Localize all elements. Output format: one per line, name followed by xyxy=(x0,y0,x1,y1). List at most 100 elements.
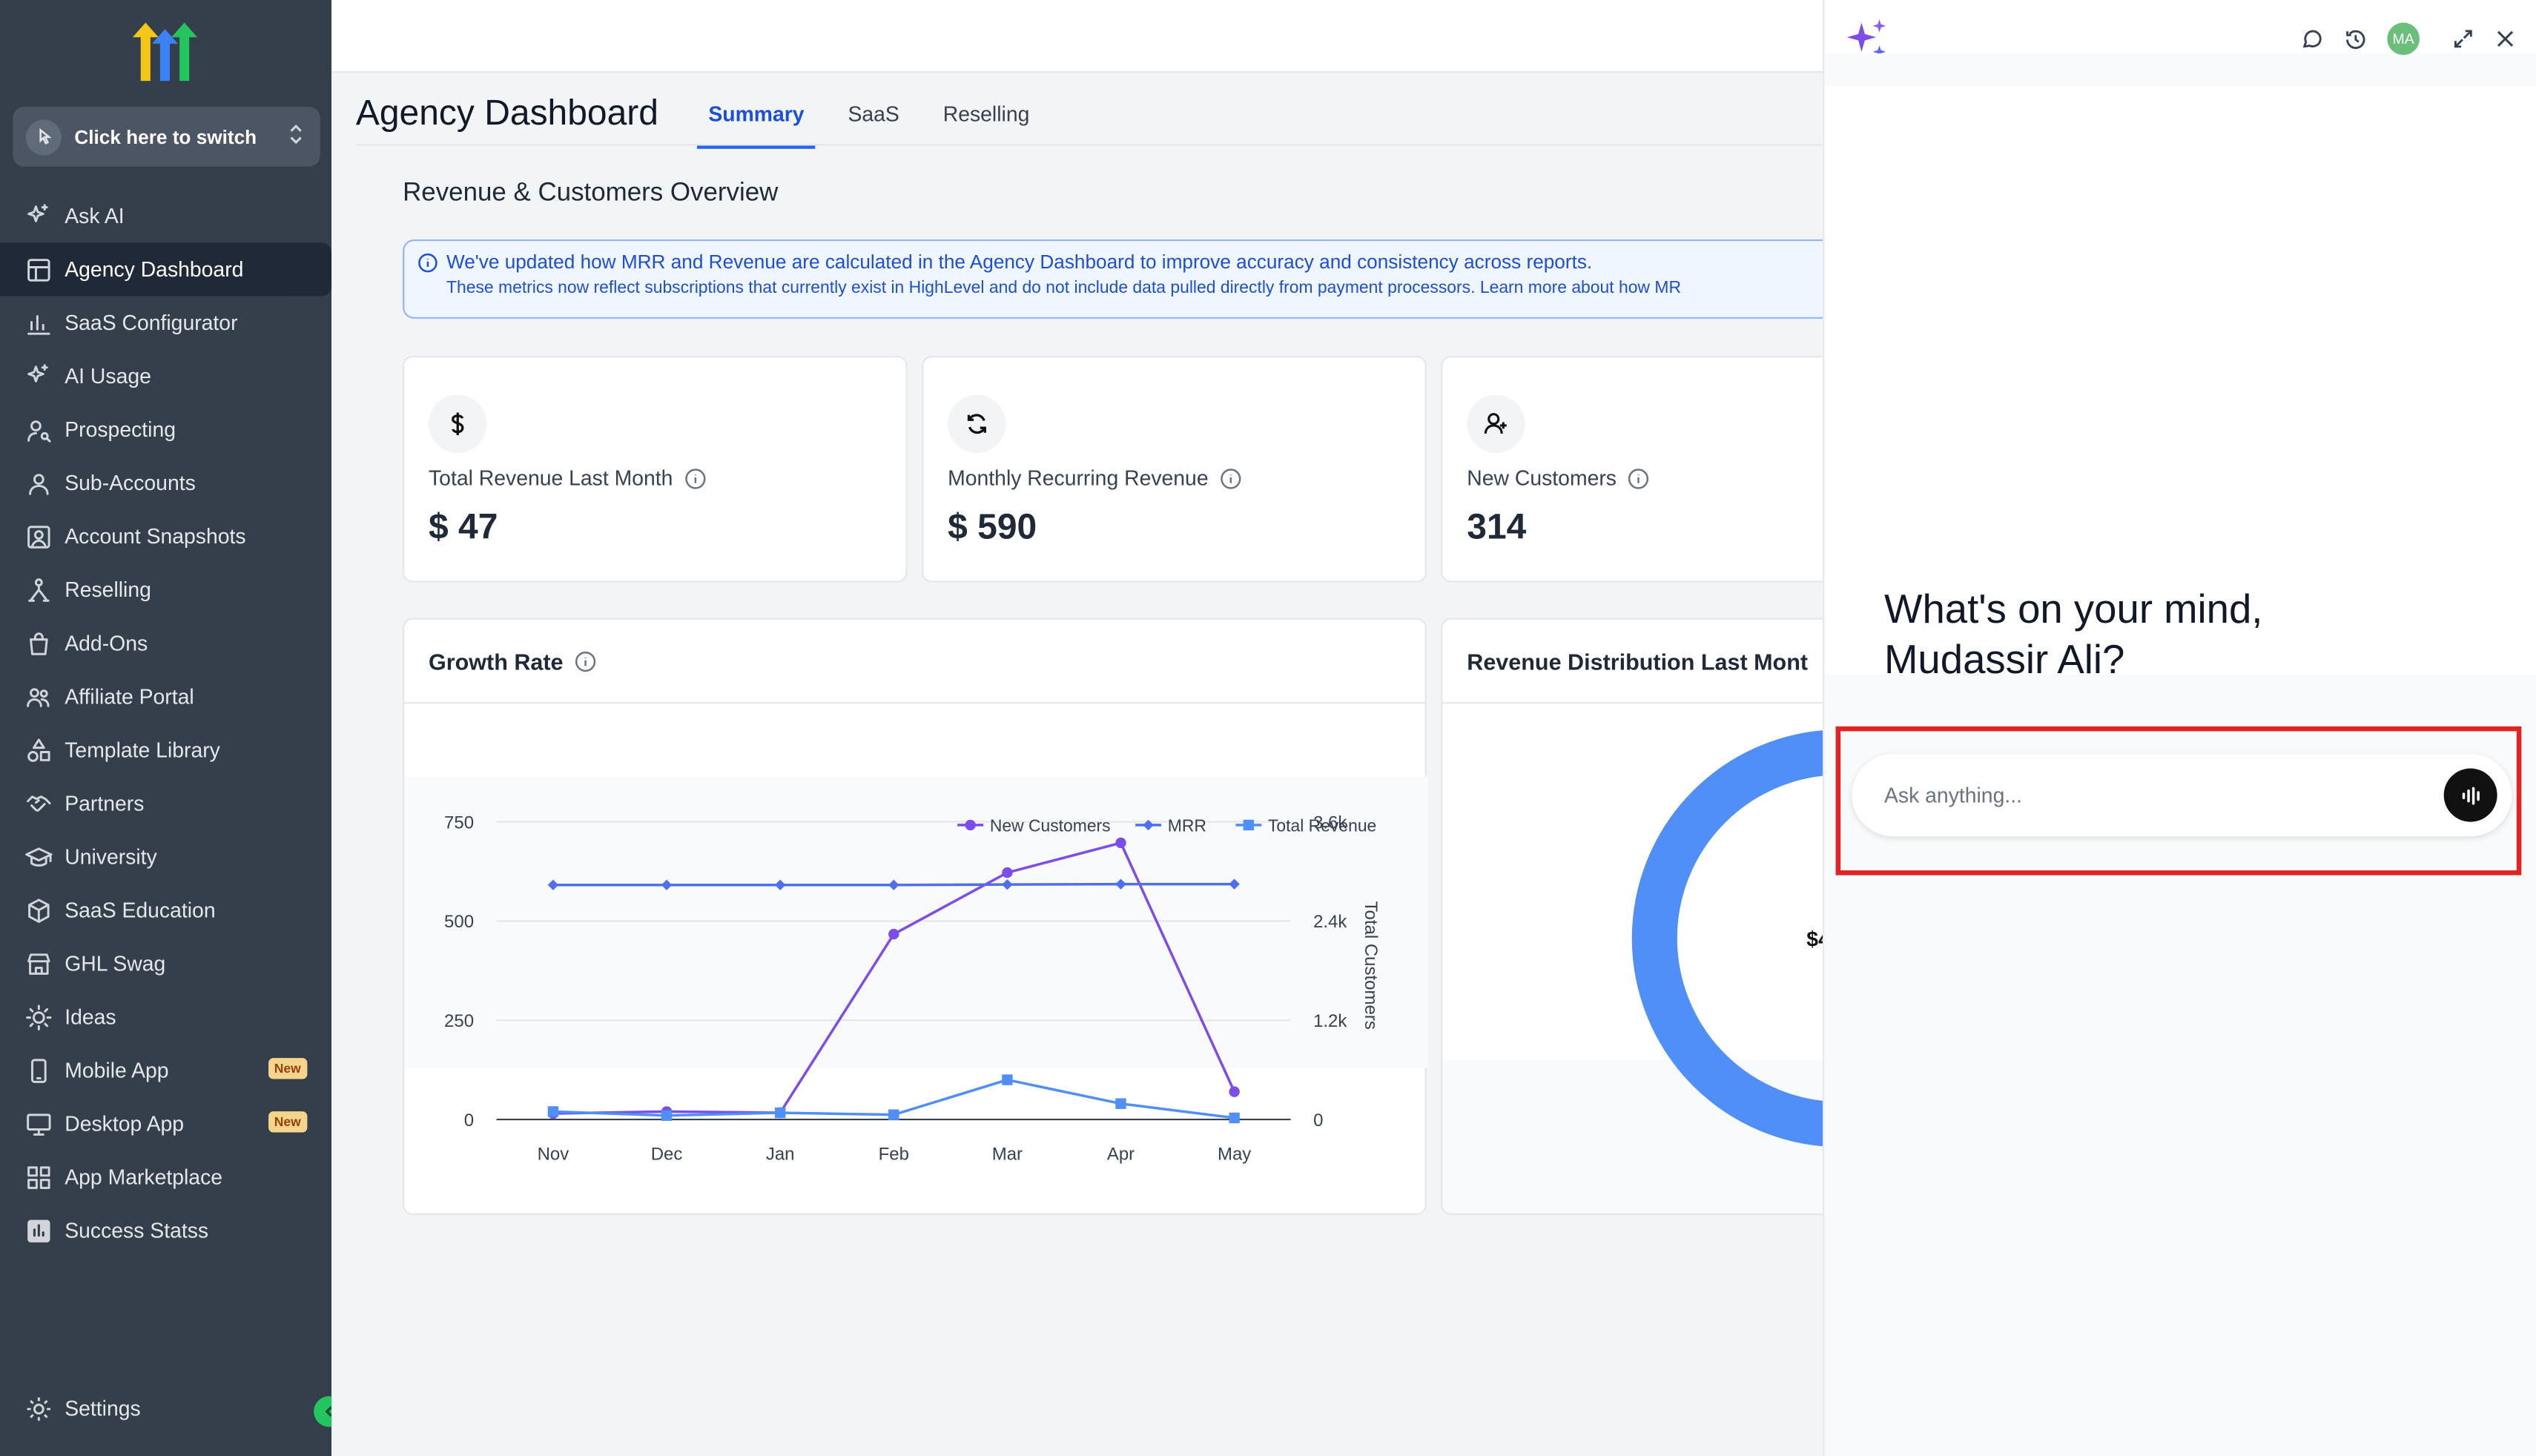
data-point xyxy=(1002,1074,1013,1085)
sidebar-item-agency-dashboard[interactable]: Agency Dashboard xyxy=(0,242,332,297)
ask-input[interactable] xyxy=(1884,783,2444,807)
gear-icon xyxy=(27,1396,51,1420)
data-point xyxy=(1002,867,1013,878)
sidebar-item-desktop-app[interactable]: Desktop App New xyxy=(0,1097,331,1151)
y2-axis-label: Total Customers xyxy=(1361,901,1381,1029)
user-icon xyxy=(29,473,49,494)
sidebar-item-success-statss[interactable]: Success Statss xyxy=(0,1204,331,1257)
new-badge: New xyxy=(268,1058,308,1079)
sidebar-item-label: App Marketplace xyxy=(65,1165,223,1189)
data-point xyxy=(1115,1098,1126,1109)
refresh-icon xyxy=(948,394,1006,454)
x-tick-label: May xyxy=(1218,1145,1251,1165)
y-tick-label: 250 xyxy=(444,1011,474,1031)
sidebar-item-label: Reselling xyxy=(65,578,151,602)
new-chat-icon[interactable] xyxy=(2300,27,2325,51)
grid-icon xyxy=(27,1165,50,1188)
tab-summary[interactable]: Summary xyxy=(697,96,816,149)
greeting-line-1: What's on your mind, xyxy=(1884,587,2263,633)
sidebar-item-affiliate-portal[interactable]: Affiliate Portal xyxy=(0,669,331,723)
stat-card-mrr: Monthly Recurring Revenue $ 590 xyxy=(922,356,1427,583)
sidebar-settings[interactable]: Settings xyxy=(0,1382,331,1435)
mobile-icon xyxy=(31,1058,47,1082)
growth-title: Growth Rate xyxy=(428,647,564,674)
settings-label: Settings xyxy=(65,1396,141,1420)
data-point xyxy=(1115,837,1126,849)
shapes-icon xyxy=(27,738,50,761)
y2-tick-label: 2.4k xyxy=(1313,912,1347,932)
data-point xyxy=(1229,1112,1240,1124)
sidebar-item-label: GHL Swag xyxy=(65,951,166,976)
sidebar-item-label: Mobile App xyxy=(65,1058,169,1082)
stat-label: Total Revenue Last Month xyxy=(428,466,673,491)
legend-label: MRR xyxy=(1168,816,1206,835)
tab-reselling[interactable]: Reselling xyxy=(931,96,1040,149)
stat-value: $ 590 xyxy=(948,506,1037,547)
sidebar-nav: Ask AI Agency Dashboard SaaS Configurator A… xyxy=(0,189,332,1257)
sidebar-item-account-snapshots[interactable]: Account Snapshots xyxy=(0,509,331,563)
handshake-icon xyxy=(27,795,51,811)
ai-greeting: What's on your mind, Mudassir Ali? xyxy=(1884,586,2262,686)
user-search-icon xyxy=(27,420,51,442)
section-title: Revenue & Customers Overview xyxy=(403,179,779,208)
sidebar: Click here to switch Ask AI Agency Dashbo… xyxy=(0,0,345,1456)
graduation-cap-icon xyxy=(25,847,53,866)
info-banner: We've updated how MRR and Revenue are ca… xyxy=(403,239,1859,319)
x-tick-label: Dec xyxy=(651,1145,683,1165)
sidebar-item-sub-accounts[interactable]: Sub-Accounts xyxy=(0,456,331,509)
sidebar-item-label: Ask AI xyxy=(65,203,125,228)
sidebar-item-label: University xyxy=(65,844,157,869)
data-point xyxy=(774,1107,786,1119)
sidebar-item-label: Prospecting xyxy=(65,417,176,442)
sidebar-item-university[interactable]: University xyxy=(0,830,331,883)
info-icon[interactable] xyxy=(684,467,707,490)
sidebar-item-template-library[interactable]: Template Library xyxy=(0,723,331,776)
growth-line-chart: New Customers MRR Total Revenue 750 3.6k500… xyxy=(404,776,1428,1165)
revenue-distribution-card: Revenue Distribution Last Mont $4 xyxy=(1441,618,1862,1215)
sparkle-icon xyxy=(27,203,48,222)
new-badge: New xyxy=(268,1111,308,1133)
chevron-updown-icon xyxy=(288,123,304,150)
dashboard-icon xyxy=(27,258,50,281)
sidebar-item-label: SaaS Configurator xyxy=(65,310,238,335)
reselling-icon xyxy=(28,578,50,601)
sidebar-item-mobile-app[interactable]: Mobile App New xyxy=(0,1044,331,1097)
banner-line-1: We've updated how MRR and Revenue are ca… xyxy=(446,251,1593,274)
data-point xyxy=(661,1110,673,1121)
info-icon[interactable] xyxy=(1220,467,1243,490)
legend-label: New Customers xyxy=(990,816,1111,835)
sidebar-item-partners[interactable]: Partners xyxy=(0,776,331,830)
app-logo[interactable] xyxy=(129,21,203,82)
sidebar-item-app-marketplace[interactable]: App Marketplace xyxy=(0,1151,331,1204)
sidebar-item-saas-education[interactable]: SaaS Education xyxy=(0,883,331,936)
bag-icon xyxy=(30,632,48,655)
sidebar-item-prospecting[interactable]: Prospecting xyxy=(0,403,331,456)
sidebar-item-label: Add-Ons xyxy=(65,631,148,655)
y2-tick-label: 0 xyxy=(1313,1111,1323,1131)
expand-icon[interactable] xyxy=(2452,27,2475,50)
stat-label: Monthly Recurring Revenue xyxy=(948,466,1209,491)
sidebar-item-add-ons[interactable]: Add-Ons xyxy=(0,616,331,669)
sidebar-item-ask-ai[interactable]: Ask AI xyxy=(0,189,331,242)
sidebar-item-label: AI Usage xyxy=(65,363,151,388)
sidebar-item-ideas[interactable]: Ideas xyxy=(0,990,331,1044)
sidebar-item-ai-usage[interactable]: AI Usage xyxy=(0,349,331,403)
sidebar-item-reselling[interactable]: Reselling xyxy=(0,563,331,616)
sidebar-item-saas-configurator[interactable]: SaaS Configurator xyxy=(0,296,331,349)
legend-marker xyxy=(965,819,976,831)
voice-waveform-icon xyxy=(2461,786,2479,804)
stat-card-total-revenue: Total Revenue Last Month $ 47 xyxy=(403,356,908,583)
history-icon[interactable] xyxy=(2343,27,2368,51)
stat-value: $ 47 xyxy=(428,506,498,547)
voice-input-button[interactable] xyxy=(2443,768,2497,822)
info-icon[interactable] xyxy=(575,649,598,672)
tab-saas[interactable]: SaaS xyxy=(836,96,911,149)
sidebar-item-ghl-swag[interactable]: GHL Swag xyxy=(0,937,331,990)
dashboard-tabs: Summary SaaS Reselling xyxy=(697,96,1062,149)
page-title: Agency Dashboard xyxy=(355,92,658,133)
account-switcher[interactable]: Click here to switch xyxy=(13,107,320,167)
avatar[interactable]: MA xyxy=(2387,22,2420,56)
info-icon[interactable] xyxy=(1628,467,1651,490)
close-icon[interactable] xyxy=(2494,27,2517,50)
y2-tick-label: 3.6k xyxy=(1313,813,1347,833)
